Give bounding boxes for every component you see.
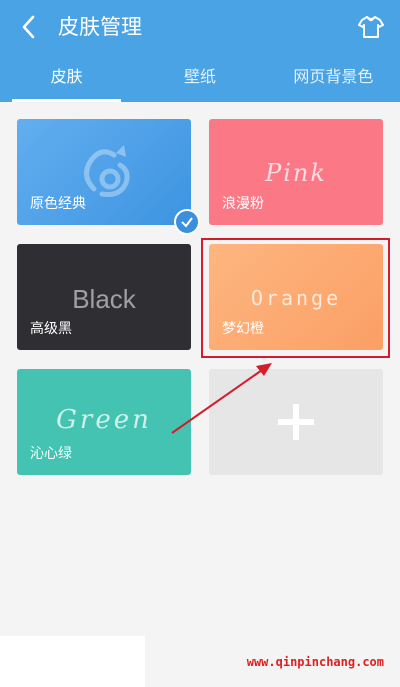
watermark: www.qinpinchang.com (246, 655, 384, 669)
annotation-arrow (171, 363, 272, 434)
bottom-blank-area (0, 636, 145, 687)
